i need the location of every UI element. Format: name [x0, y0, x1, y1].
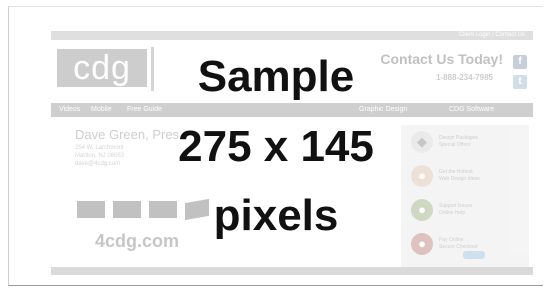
overlay-line-sample: Sample	[197, 52, 355, 101]
sample-overlay: Sample 275 x 145 pixels	[0, 0, 552, 291]
overlay-line-pixels: pixels	[213, 191, 339, 240]
overlay-line-dimensions: 275 x 145	[178, 122, 374, 171]
